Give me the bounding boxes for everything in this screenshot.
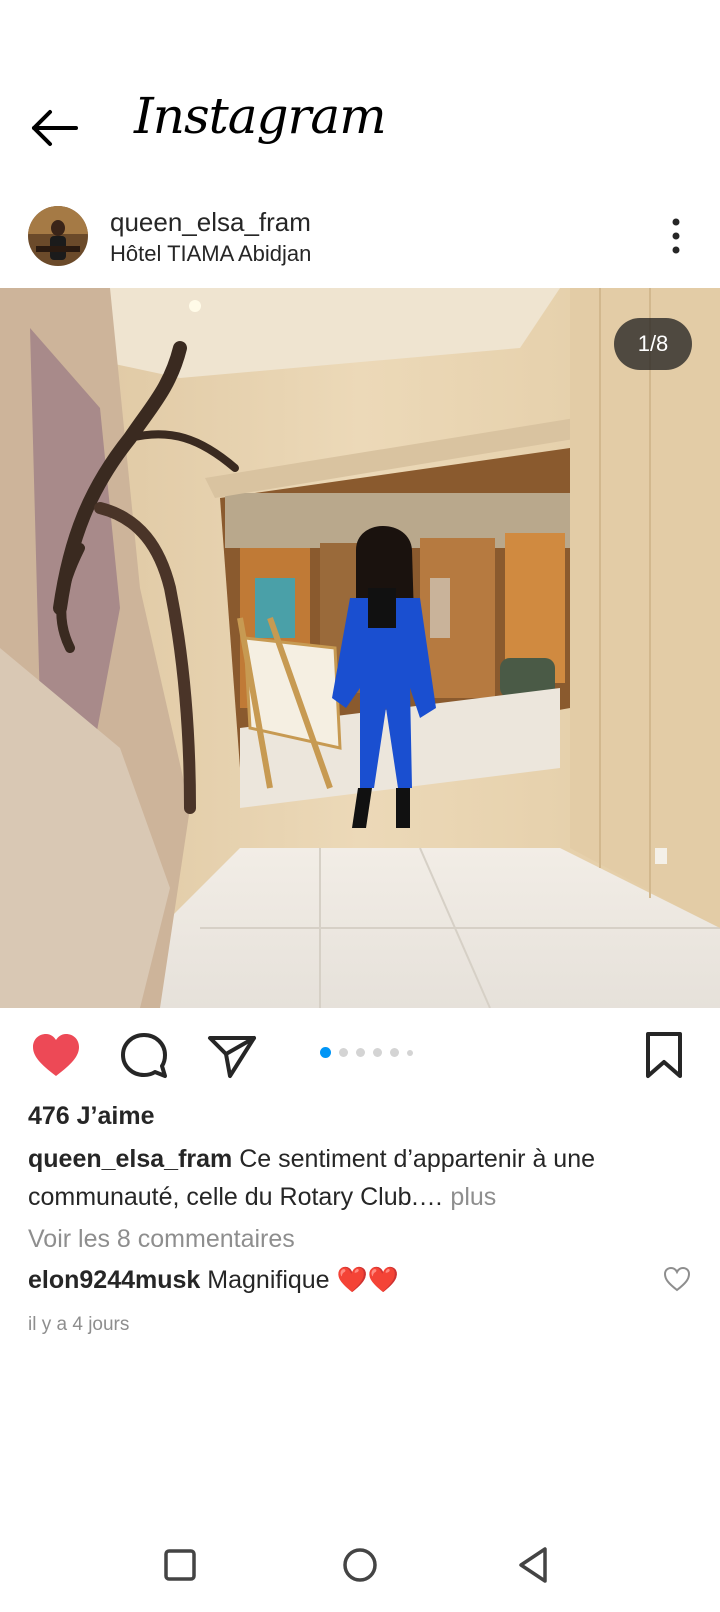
carousel-dot	[339, 1048, 348, 1057]
like-button[interactable]	[30, 1030, 82, 1082]
carousel-indicator	[320, 1047, 413, 1058]
view-all-comments-link[interactable]: Voir les 8 commentaires	[28, 1224, 295, 1254]
nav-back-button[interactable]	[510, 1540, 560, 1590]
comment-icon	[121, 1033, 167, 1078]
bookmark-icon	[646, 1032, 682, 1078]
likes-count[interactable]: 476 J’aime	[28, 1101, 155, 1131]
post-photo[interactable]	[0, 288, 720, 1008]
comment-text: Magnifique ❤️❤️	[207, 1266, 399, 1294]
save-button[interactable]	[640, 1030, 692, 1082]
comment-username[interactable]: elon9244musk	[28, 1266, 200, 1294]
avatar[interactable]	[28, 206, 88, 266]
carousel-dot	[407, 1049, 413, 1056]
triangle-back-icon	[519, 1547, 547, 1583]
carousel-dot	[356, 1048, 365, 1057]
nav-home-button[interactable]	[335, 1540, 385, 1590]
nav-recent-apps-button[interactable]	[155, 1540, 205, 1590]
arrow-left-icon	[32, 110, 78, 146]
media-counter-badge: 1/8	[614, 318, 692, 370]
square-icon	[164, 1549, 196, 1581]
share-button[interactable]	[206, 1030, 258, 1082]
back-button[interactable]	[28, 108, 84, 148]
carousel-dot	[373, 1048, 382, 1057]
post-username[interactable]: queen_elsa_fram	[110, 207, 311, 237]
post-timestamp: il y a 4 jours	[28, 1314, 130, 1335]
caption-more-link[interactable]: plus	[450, 1183, 496, 1211]
comment-item: elon9244musk Magnifique ❤️❤️	[28, 1265, 399, 1295]
carousel-dot	[390, 1048, 399, 1057]
photo-illustration	[0, 288, 720, 1008]
circle-icon	[343, 1548, 377, 1582]
heart-outline-icon	[663, 1266, 691, 1292]
more-options-button[interactable]	[666, 216, 686, 256]
app-logo: Instagram	[134, 87, 387, 145]
comment-button[interactable]	[118, 1030, 170, 1082]
more-vertical-icon	[672, 218, 680, 254]
avatar-image	[28, 206, 88, 266]
comment-like-button[interactable]	[662, 1264, 692, 1294]
heart-filled-icon	[33, 1034, 79, 1076]
caption-username[interactable]: queen_elsa_fram	[28, 1145, 232, 1173]
post-location[interactable]: Hôtel TIAMA Abidjan	[110, 241, 311, 267]
carousel-dot-active	[320, 1047, 331, 1058]
paper-plane-icon	[208, 1036, 256, 1078]
post-caption: queen_elsa_fram Ce sentiment d’apparteni…	[28, 1140, 692, 1216]
